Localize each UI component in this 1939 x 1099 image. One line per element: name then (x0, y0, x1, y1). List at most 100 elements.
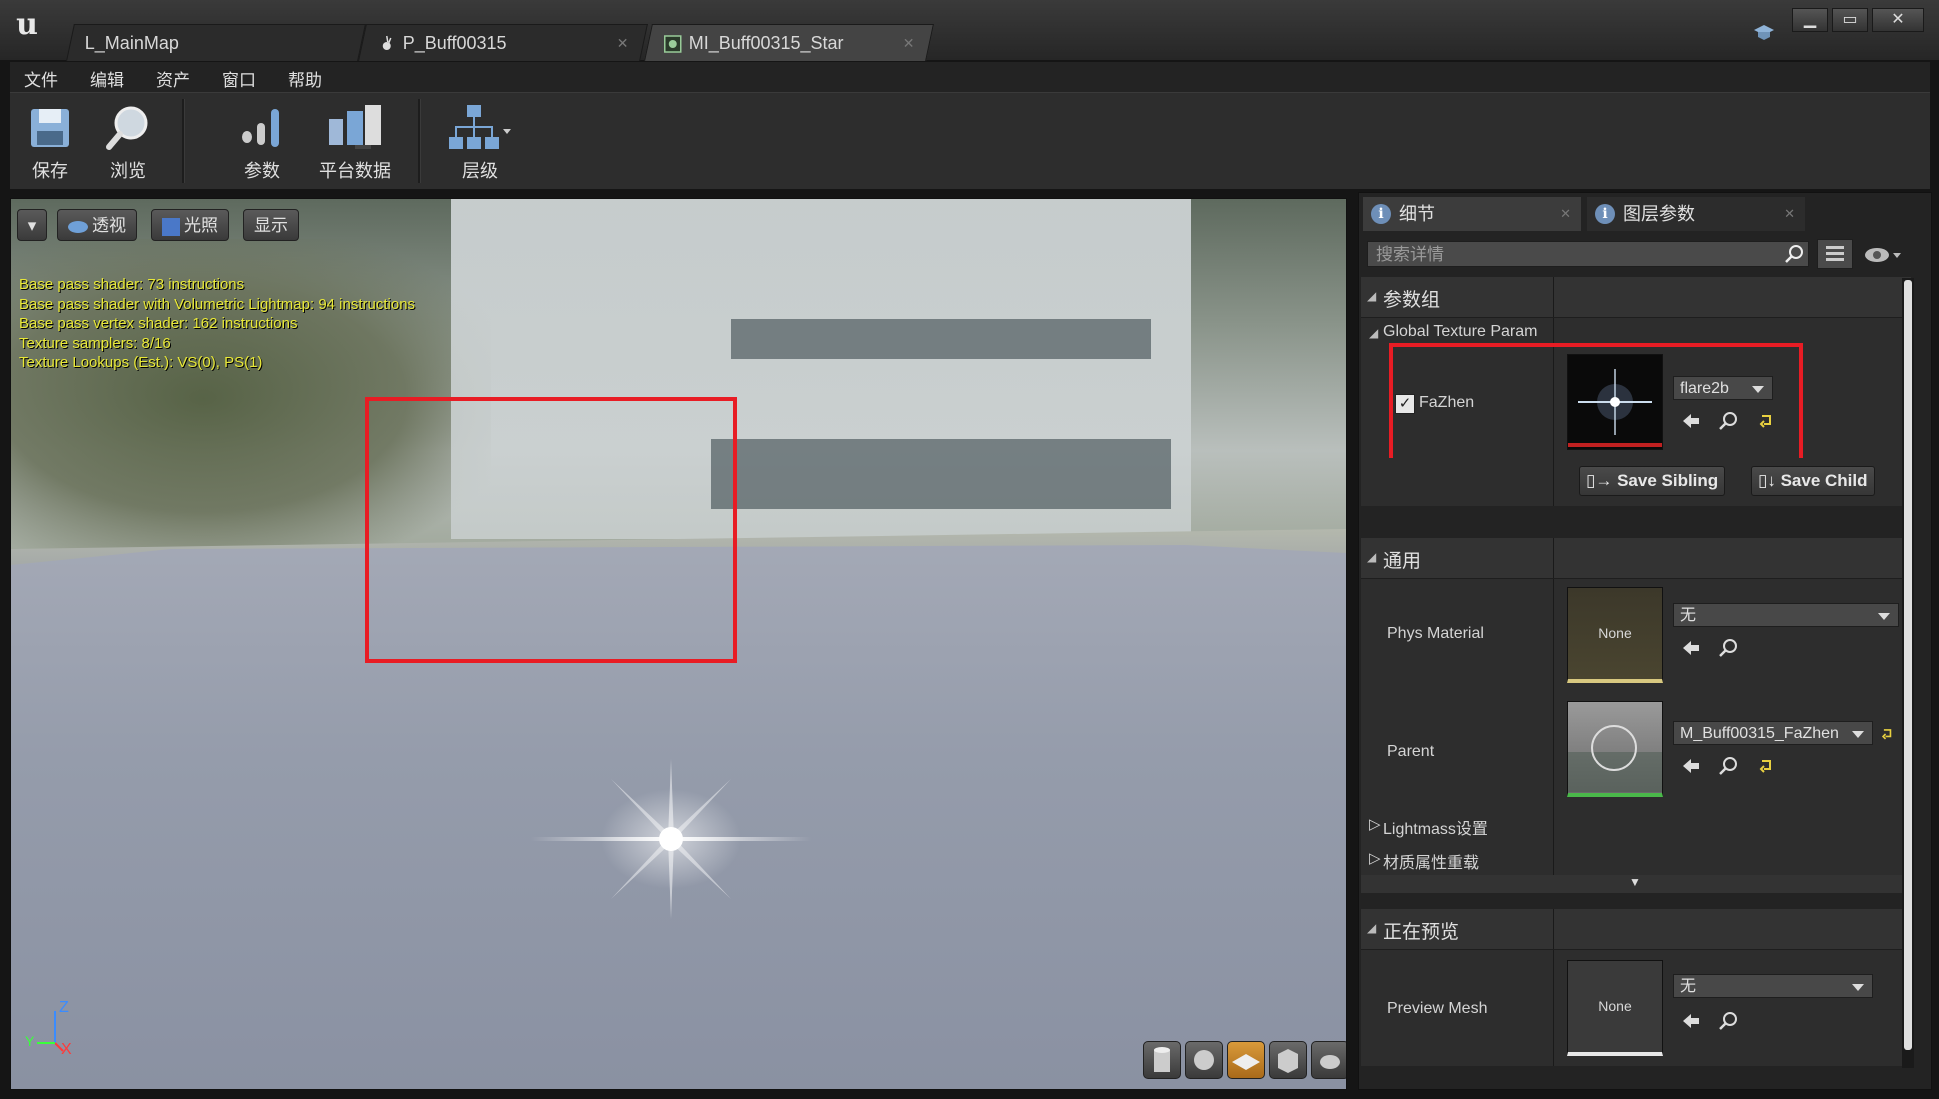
lighting-button[interactable]: 光照 (151, 209, 229, 241)
title-bar: u L_MainMap P_Buff00315 ✕ MI_Buff00315_S… (0, 0, 1939, 61)
column-divider (1553, 277, 1554, 317)
eye-icon (1865, 248, 1901, 262)
expand-triangle-icon[interactable]: ▷ (1369, 815, 1381, 833)
browse-magnifier-icon[interactable] (1717, 637, 1739, 659)
collapse-triangle-icon[interactable]: ◢ (1367, 550, 1376, 564)
viewport-options-dropdown[interactable]: ▾ (17, 209, 47, 241)
use-selected-arrow-icon[interactable] (1679, 637, 1701, 659)
close-button[interactable]: ✕ (1872, 8, 1924, 32)
show-button[interactable]: 显示 (243, 209, 299, 241)
save-child-button[interactable]: ▯↓ Save Child (1751, 466, 1875, 496)
platform-data-button[interactable]: 平台数据 (310, 99, 400, 185)
column-divider (1553, 318, 1554, 346)
show-label: 显示 (254, 216, 288, 235)
plane-preview-button[interactable] (1227, 1041, 1265, 1079)
cylinder-icon (1154, 1047, 1170, 1072)
toolbar: 保存 浏览 参数 平台数据 层级 (10, 92, 1930, 189)
parent-material-thumbnail[interactable] (1567, 701, 1663, 797)
particle-system-icon (382, 36, 392, 51)
params-button[interactable]: 参数 (222, 99, 302, 185)
platform-data-icon (329, 105, 381, 149)
perspective-button[interactable]: 透视 (57, 209, 137, 241)
cylinder-preview-button[interactable] (1143, 1041, 1181, 1079)
global-texture-param-header[interactable]: ◢ Global Texture Param (1361, 318, 1911, 346)
preview-mesh-row: Preview Mesh None 无 (1361, 950, 1911, 1066)
column-divider (1553, 538, 1554, 578)
tab-mi-buff00315-star[interactable]: MI_Buff00315_Star ✕ (644, 24, 934, 61)
details-scrollbar[interactable] (1902, 278, 1914, 1068)
scrollbar-thumb[interactable] (1904, 280, 1912, 1050)
close-tab-icon[interactable]: ✕ (617, 35, 629, 52)
use-selected-arrow-icon[interactable] (1679, 755, 1701, 777)
column-divider (1553, 691, 1554, 807)
custom-mesh-preview-button[interactable] (1311, 1041, 1346, 1079)
unreal-logo-icon[interactable]: u (8, 6, 46, 44)
collapse-triangle-icon[interactable]: ◢ (1367, 921, 1376, 935)
column-divider (1553, 807, 1554, 841)
cube-preview-button[interactable] (1269, 1041, 1307, 1079)
phys-material-label: Phys Material (1387, 625, 1484, 642)
advanced-expander-row[interactable]: ▼ (1361, 875, 1911, 893)
category-label: 参数组 (1383, 290, 1441, 311)
use-selected-arrow-icon[interactable] (1679, 1010, 1701, 1032)
column-divider (1553, 458, 1554, 506)
category-param-group[interactable]: ◢ 参数组 (1361, 277, 1911, 318)
lightmass-row[interactable]: ▷ Lightmass设置 (1361, 807, 1911, 841)
tab-l-mainmap[interactable]: L_MainMap (66, 24, 366, 61)
menu-edit[interactable]: 编辑 (90, 66, 124, 91)
axis-z-label: Z (59, 999, 69, 1016)
preview-mesh-thumbnail[interactable]: None (1567, 960, 1663, 1056)
parent-actions (1679, 755, 1790, 777)
collapse-triangle-icon[interactable]: ◢ (1367, 289, 1376, 303)
toolbar-separator (418, 99, 421, 183)
graduation-cap-icon[interactable] (1752, 22, 1776, 42)
save-sibling-icon: ▯→ (1586, 471, 1618, 490)
maximize-button[interactable]: ▭ (1832, 8, 1868, 32)
preview-mesh-combo[interactable]: 无 (1673, 974, 1873, 998)
preview-mesh-bar (1133, 1039, 1346, 1081)
save-sibling-button[interactable]: ▯→ Save Sibling (1579, 466, 1726, 496)
tab-details[interactable]: i 细节 ✕ (1363, 197, 1581, 231)
perspective-label: 透视 (92, 216, 126, 235)
view-options-grid-button[interactable] (1817, 239, 1853, 269)
star-flare-effect (531, 759, 811, 919)
minimize-button[interactable]: ▁ (1792, 8, 1828, 32)
browse-button[interactable]: 浏览 (88, 99, 168, 185)
hierarchy-label: 层级 (462, 161, 498, 181)
phys-material-thumbnail[interactable]: None (1567, 587, 1663, 683)
hierarchy-button[interactable]: 层级 (440, 99, 520, 185)
tab-p-buff00315[interactable]: P_Buff00315 ✕ (358, 24, 648, 61)
stat-line: Base pass shader with Volumetric Lightma… (19, 295, 416, 313)
close-tab-icon[interactable]: ✕ (1784, 197, 1795, 231)
visibility-eye-button[interactable] (1863, 243, 1903, 267)
material-preview-viewport[interactable]: ▾ 透视 光照 显示 Base pass shader: 73 instruct… (10, 198, 1347, 1090)
tab-layer-params[interactable]: i 图层参数 ✕ (1587, 197, 1805, 231)
category-previewing[interactable]: ◢ 正在预览 (1361, 909, 1911, 950)
menu-file[interactable]: 文件 (24, 66, 58, 91)
material-override-label: 材质属性重载 (1383, 855, 1480, 872)
category-general[interactable]: ◢ 通用 (1361, 538, 1911, 579)
search-input[interactable]: 搜索详情 (1367, 241, 1809, 267)
menu-help[interactable]: 帮助 (288, 66, 322, 91)
browse-magnifier-icon[interactable] (1717, 755, 1739, 777)
browse-magnifier-icon[interactable] (1717, 1010, 1739, 1032)
save-button[interactable]: 保存 (10, 99, 90, 185)
building-window (731, 319, 1151, 359)
collapse-triangle-icon[interactable]: ◢ (1369, 326, 1378, 340)
phys-material-combo[interactable]: 无 (1673, 603, 1899, 627)
expand-triangle-icon[interactable]: ▷ (1369, 849, 1381, 867)
sphere-preview-button[interactable] (1185, 1041, 1223, 1079)
parent-combo[interactable]: M_Buff00315_FaZhen (1673, 721, 1873, 745)
search-icon[interactable] (1783, 243, 1805, 265)
material-override-row[interactable]: ▷ 材质属性重载 (1361, 841, 1911, 875)
save-child-icon: ▯↓ (1758, 471, 1781, 490)
material-instance-icon (664, 35, 682, 53)
reset-to-default-icon[interactable] (1756, 755, 1778, 777)
menu-asset[interactable]: 资产 (156, 66, 190, 91)
chevron-down-icon[interactable]: ▼ (1629, 875, 1641, 889)
menu-window[interactable]: 窗口 (222, 66, 256, 91)
reset-to-default-icon[interactable] (1879, 725, 1897, 748)
menu-bar: 文件 编辑 资产 窗口 帮助 (10, 62, 1930, 92)
close-tab-icon[interactable]: ✕ (1560, 197, 1571, 231)
close-tab-icon[interactable]: ✕ (903, 35, 915, 52)
